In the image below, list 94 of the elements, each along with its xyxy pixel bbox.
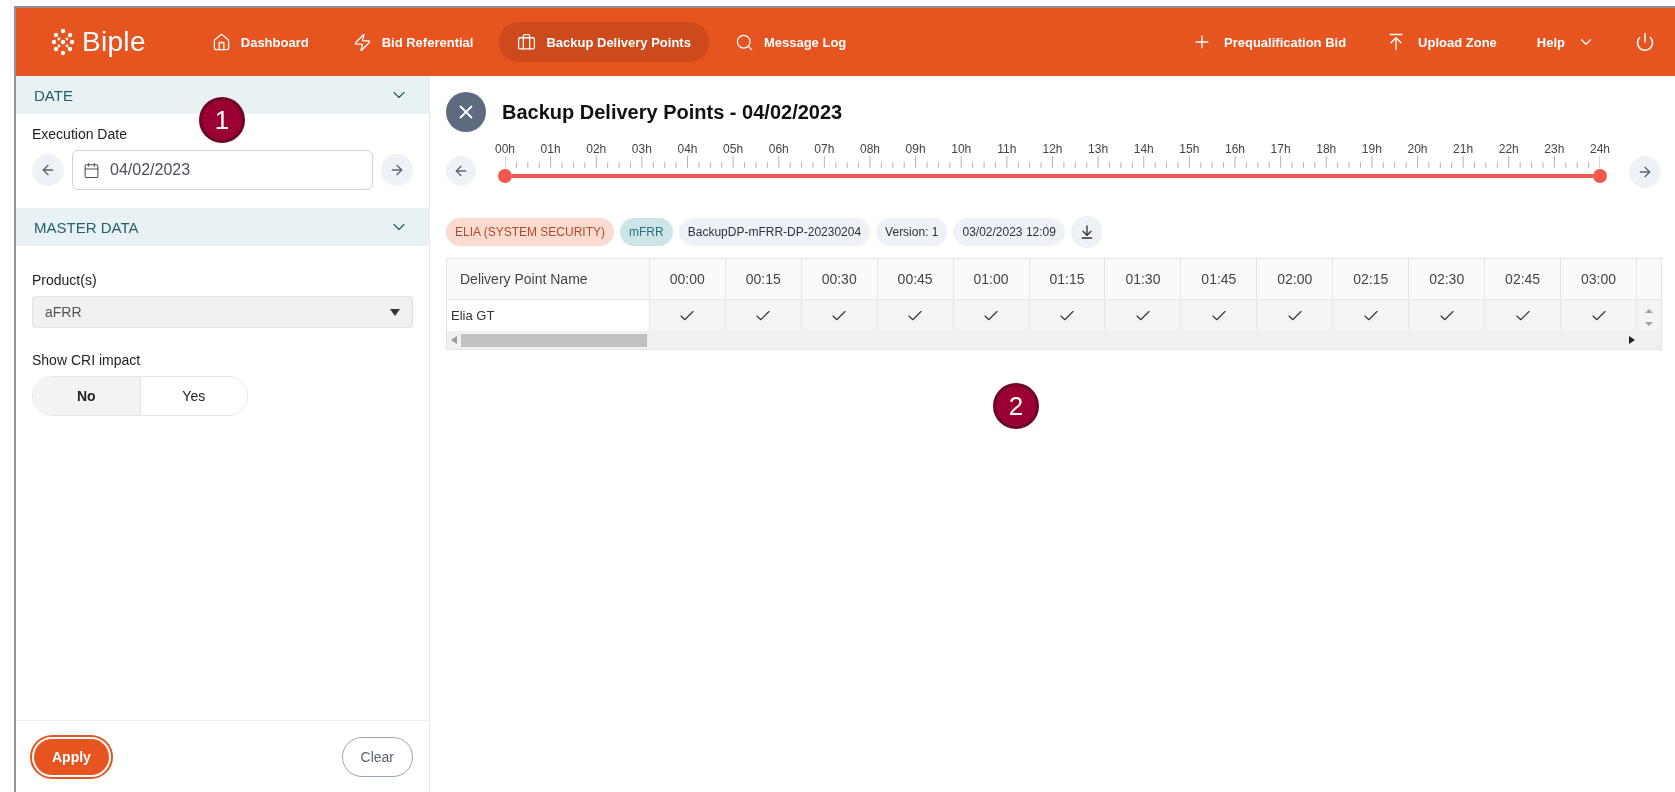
toggle-option[interactable]: No — [33, 377, 141, 415]
hour-label: 12h — [1041, 142, 1064, 156]
close-button[interactable] — [446, 92, 486, 132]
hour-label: 07h — [813, 142, 836, 156]
arrow-left-icon — [453, 163, 469, 179]
info-tag: mFRR — [620, 218, 673, 246]
scroll-left-icon — [451, 336, 457, 344]
column-header: 00:45 — [877, 259, 954, 299]
column-header: 02:15 — [1333, 259, 1410, 299]
hour-label: 01h — [539, 142, 562, 156]
search-icon — [734, 32, 754, 52]
hour-label: 20h — [1406, 142, 1429, 156]
section-title: MASTER DATA — [34, 218, 139, 236]
hour-label: 14h — [1132, 142, 1155, 156]
vertical-scrollbar[interactable] — [1637, 299, 1661, 331]
page-title: Backup Delivery Points - 04/02/2023 — [502, 100, 843, 124]
product-select[interactable]: aFRR — [32, 296, 413, 328]
hour-label: 11h — [996, 142, 1018, 156]
info-tag: 03/02/2023 12:09 — [953, 218, 1065, 246]
help-menu[interactable]: Help — [1536, 33, 1595, 51]
hour-label: 09h — [904, 142, 927, 156]
column-header: 00:00 — [649, 259, 726, 299]
arrow-right-icon — [389, 162, 405, 178]
previous-day-button[interactable] — [32, 154, 64, 186]
nav-item[interactable]: Message Log — [716, 22, 865, 62]
column-header: 00:15 — [725, 259, 802, 299]
field-label: Execution Date — [32, 126, 128, 142]
nav-item[interactable]: Bid Referential — [334, 22, 492, 62]
column-header: 01:30 — [1105, 259, 1182, 299]
info-tag: Version: 1 — [876, 218, 948, 246]
dropdown-arrow-icon — [390, 308, 400, 316]
table-cell: Elia GT — [447, 299, 650, 331]
field-label: Show CRI impact — [32, 352, 142, 368]
power-button[interactable] — [1635, 32, 1655, 52]
arrow-left-icon — [40, 162, 56, 178]
column-header: 01:45 — [1181, 259, 1258, 299]
arrow-right-icon — [1637, 164, 1653, 180]
hour-label: 17h — [1269, 142, 1292, 156]
hour-label: 13h — [1087, 142, 1110, 156]
calendar-icon — [83, 161, 100, 179]
briefcase-icon — [517, 32, 537, 52]
info-tag: BackupDP-mFRR-DP-20230204 — [678, 218, 871, 246]
date-value: 04/02/2023 — [110, 161, 191, 179]
home-icon — [211, 32, 231, 52]
clear-button[interactable]: Clear — [341, 736, 413, 777]
callout-marker: 1 — [199, 97, 245, 143]
hour-label: 03h — [630, 142, 653, 156]
logo-icon — [50, 28, 76, 56]
hour-label: 04h — [676, 142, 699, 156]
column-header: 02:00 — [1257, 259, 1334, 299]
column-header: 03:00 — [1561, 259, 1638, 299]
hour-label: 22h — [1497, 142, 1520, 156]
section-header[interactable]: MASTER DATA — [16, 208, 429, 246]
scrollbar-corner — [1637, 259, 1661, 299]
column-header: 01:15 — [1029, 259, 1106, 299]
hour-label: 05h — [722, 142, 745, 156]
column-header: 01:00 — [953, 259, 1030, 299]
hour-label: 19h — [1360, 142, 1383, 156]
upload-link[interactable]: Upload Zone — [1386, 32, 1497, 52]
column-header: 02:30 — [1409, 259, 1486, 299]
apply-button[interactable]: Apply — [32, 736, 111, 777]
next-day-button[interactable] — [381, 154, 413, 186]
hour-label: 02h — [585, 142, 608, 156]
info-tag: ELIA (SYSTEM SECURITY) — [446, 218, 615, 246]
timeline-back-button[interactable] — [446, 156, 476, 186]
hour-label: 16h — [1224, 142, 1246, 156]
timeline-forward-button[interactable] — [1629, 156, 1661, 188]
hour-label: 21h — [1452, 142, 1475, 156]
hour-label: 23h — [1543, 142, 1566, 156]
hour-label: 15h — [1178, 142, 1201, 156]
date-field[interactable]: 04/02/2023 — [72, 150, 373, 190]
brand-name: Biple — [82, 26, 146, 58]
hour-label: 00h — [494, 142, 516, 156]
column-header: Delivery Point Name — [447, 259, 650, 299]
hour-label: 08h — [859, 142, 881, 156]
scroll-arrows-icon — [1644, 307, 1654, 329]
lightning-icon — [352, 32, 372, 52]
callout-marker: 2 — [993, 383, 1039, 429]
nav-item[interactable]: Dashboard — [193, 22, 327, 62]
section-title: DATE — [34, 86, 73, 104]
hour-label: 18h — [1315, 142, 1338, 156]
horizontal-scrollbar[interactable] — [447, 331, 1661, 349]
download-button[interactable] — [1070, 216, 1103, 248]
column-header: 02:45 — [1485, 259, 1562, 299]
slider-handle[interactable] — [498, 169, 512, 183]
prequalification-link[interactable]: Prequalification Bid — [1192, 32, 1347, 52]
hour-label: 10h — [950, 142, 973, 156]
slider-handle[interactable] — [1593, 169, 1607, 183]
hour-label: 06h — [767, 142, 790, 156]
column-header: 00:30 — [801, 259, 878, 299]
nav-item[interactable]: Backup Delivery Points — [499, 22, 709, 62]
field-label: Product(s) — [32, 272, 98, 288]
hour-label: 24h — [1589, 142, 1611, 156]
scroll-right-icon — [1629, 336, 1635, 344]
